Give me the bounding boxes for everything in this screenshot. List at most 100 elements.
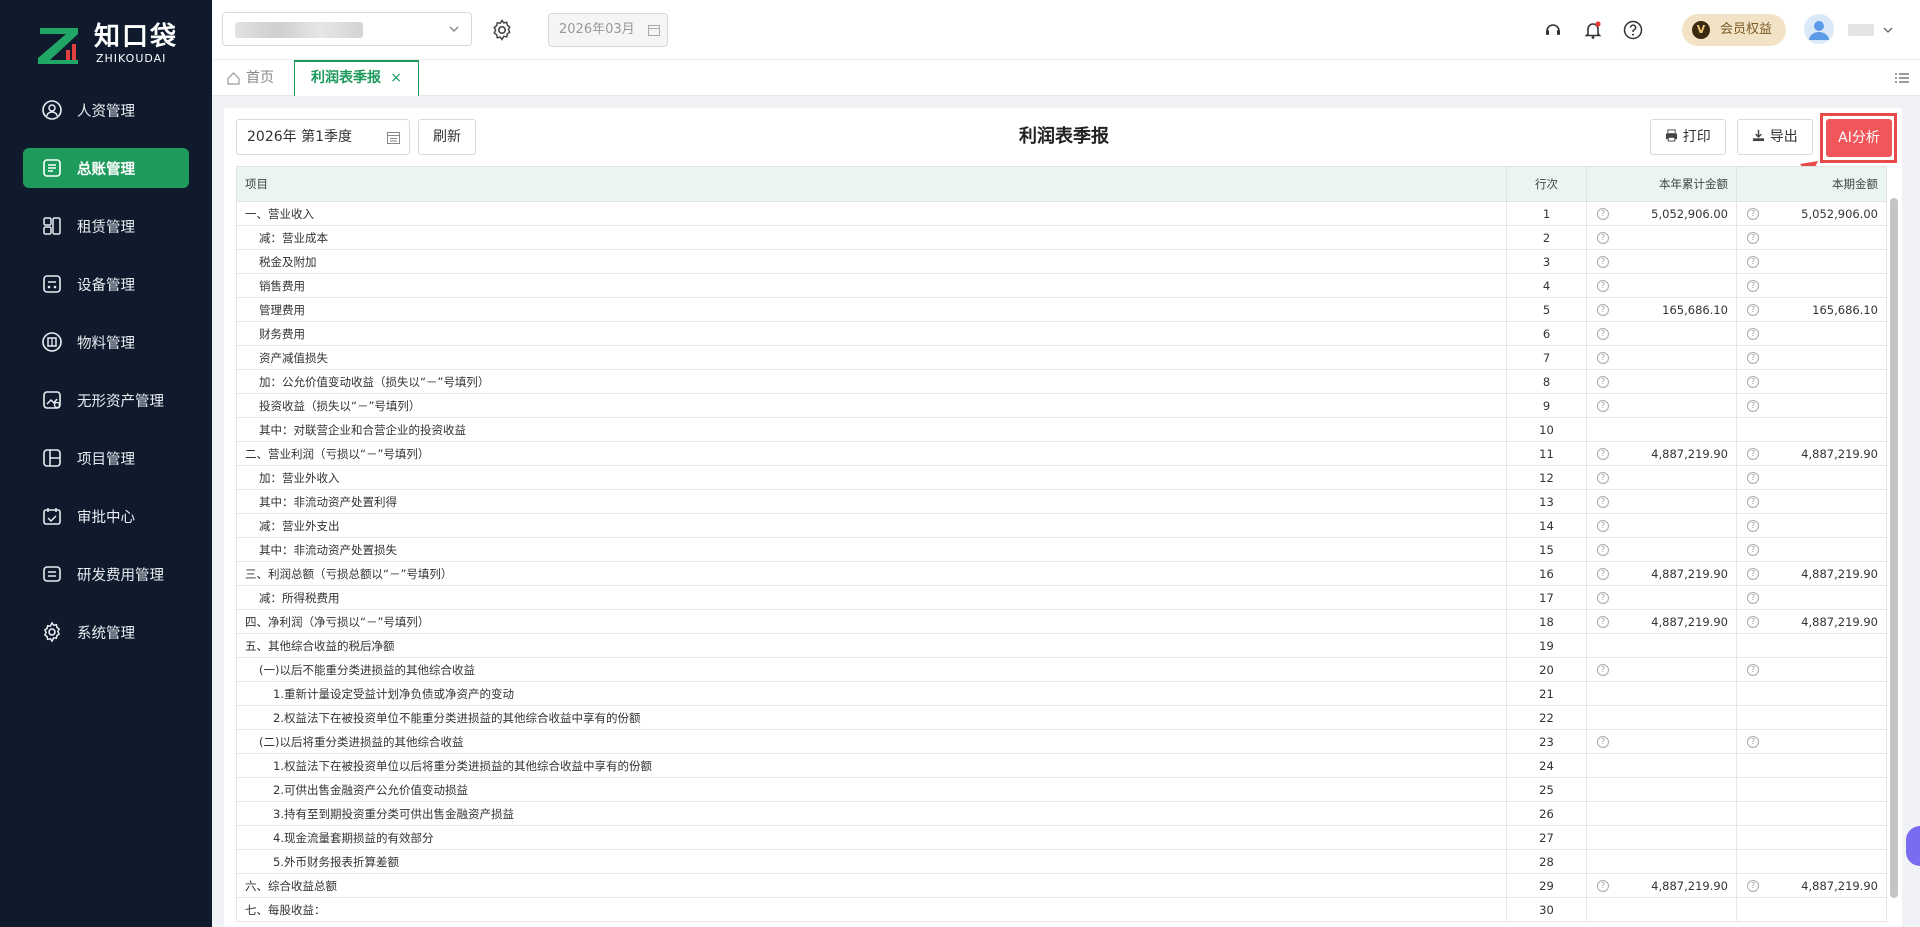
formula-help-icon[interactable]: ?: [1597, 496, 1609, 508]
formula-help-icon[interactable]: ?: [1747, 880, 1759, 892]
row-current-amount: [1736, 705, 1887, 730]
chat-assistant-bubble[interactable]: [1906, 826, 1920, 866]
row-number-text: 4: [1542, 278, 1551, 293]
company-select[interactable]: [222, 12, 472, 46]
tab-close-icon[interactable]: ×: [390, 62, 402, 94]
settings-gear-icon[interactable]: [490, 18, 514, 42]
headset-support-icon[interactable]: [1542, 19, 1564, 41]
sidebar-item-2[interactable]: 租赁管理: [23, 206, 189, 246]
formula-help-icon[interactable]: ?: [1597, 400, 1609, 412]
sidebar-item-label: 总账管理: [77, 161, 135, 178]
formula-help-icon[interactable]: ?: [1597, 352, 1609, 364]
row-number: 7: [1506, 345, 1587, 370]
formula-help-icon[interactable]: ?: [1747, 472, 1759, 484]
formula-help-icon[interactable]: ?: [1597, 208, 1609, 220]
formula-help-icon[interactable]: ?: [1747, 568, 1759, 580]
row-ytd-amount-text: 4,887,219.90: [1651, 566, 1728, 581]
row-item-name: 二、营业利润（亏损以“－”号填列）: [236, 441, 1507, 466]
table-row: 销售费用 4??: [236, 273, 1887, 298]
tab-home[interactable]: 首页: [226, 60, 274, 96]
user-menu-chevron-icon[interactable]: [1882, 24, 1894, 36]
formula-help-icon[interactable]: ?: [1747, 328, 1759, 340]
sidebar-item-7[interactable]: 审批中心: [23, 496, 189, 536]
export-button[interactable]: 导出: [1737, 119, 1813, 155]
formula-help-icon[interactable]: ?: [1597, 592, 1609, 604]
row-number-text: 30: [1539, 902, 1554, 917]
formula-help-icon[interactable]: ?: [1597, 304, 1609, 316]
row-number: 14: [1506, 513, 1587, 538]
formula-help-icon[interactable]: ?: [1597, 880, 1609, 892]
formula-help-icon[interactable]: ?: [1747, 592, 1759, 604]
ai-analysis-button[interactable]: AI分析: [1826, 119, 1892, 157]
row-number-text: 27: [1539, 830, 1554, 845]
formula-help-icon[interactable]: ?: [1747, 664, 1759, 676]
row-ytd-amount-text: 5,052,906.00: [1651, 206, 1728, 221]
formula-help-icon[interactable]: ?: [1747, 736, 1759, 748]
table-row: 管理费用 5? 165,686.10? 165,686.10: [236, 297, 1887, 322]
formula-help-icon[interactable]: ?: [1597, 520, 1609, 532]
formula-help-icon[interactable]: ?: [1597, 256, 1609, 268]
notification-bell-icon[interactable]: [1582, 19, 1604, 41]
row-number-text: 21: [1539, 686, 1554, 701]
formula-help-icon[interactable]: ?: [1747, 400, 1759, 412]
sidebar-item-3[interactable]: 设备管理: [23, 264, 189, 304]
sidebar-item-9[interactable]: 系统管理: [23, 612, 189, 652]
row-item-name-text: 五、其他综合收益的税后净额: [245, 638, 395, 653]
user-avatar[interactable]: [1804, 14, 1834, 44]
formula-help-icon[interactable]: ?: [1597, 472, 1609, 484]
formula-help-icon[interactable]: ?: [1597, 448, 1609, 460]
formula-help-icon[interactable]: ?: [1747, 280, 1759, 292]
tab-list-menu-icon[interactable]: [1894, 70, 1910, 86]
period-value: 2026年03月: [559, 22, 635, 37]
brand-logo[interactable]: 知口袋 ZHIKOUDAI: [36, 22, 186, 66]
refresh-button[interactable]: 刷新: [418, 119, 476, 155]
sidebar-item-5[interactable]: 无形资产管理: [23, 380, 189, 420]
row-ytd-amount: [1586, 705, 1737, 730]
row-number: 6: [1506, 321, 1587, 346]
formula-help-icon[interactable]: ?: [1597, 376, 1609, 388]
row-number-text: 12: [1539, 470, 1554, 485]
row-number: 18: [1506, 609, 1587, 634]
sidebar-item-0[interactable]: 人资管理: [23, 90, 189, 130]
formula-help-icon[interactable]: ?: [1597, 664, 1609, 676]
help-question-icon[interactable]: [1622, 19, 1644, 41]
table-row: 投资收益（损失以“－”号填列） 9??: [236, 393, 1887, 418]
formula-help-icon[interactable]: ?: [1747, 304, 1759, 316]
sidebar-item-4[interactable]: 物料管理: [23, 322, 189, 362]
formula-help-icon[interactable]: ?: [1747, 448, 1759, 460]
print-button[interactable]: 打印: [1650, 119, 1726, 155]
quarter-picker[interactable]: 2026年 第1季度: [236, 119, 410, 155]
formula-help-icon[interactable]: ?: [1747, 520, 1759, 532]
report-title: 利润表季报: [1019, 126, 1109, 147]
row-current-amount: [1736, 633, 1887, 658]
formula-help-icon[interactable]: ?: [1597, 328, 1609, 340]
formula-help-icon[interactable]: ?: [1597, 544, 1609, 556]
member-benefits-button[interactable]: V 会员权益: [1682, 14, 1786, 46]
row-ytd-amount: [1586, 681, 1737, 706]
sidebar-item-1[interactable]: 总账管理: [23, 148, 189, 188]
row-item-name: 4.现金流量套期损益的有效部分: [236, 825, 1507, 850]
row-item-name-text: 其中：非流动资产处置损失: [259, 542, 397, 557]
formula-help-icon[interactable]: ?: [1747, 352, 1759, 364]
sidebar-item-6[interactable]: 项目管理: [23, 438, 189, 478]
formula-help-icon[interactable]: ?: [1597, 280, 1609, 292]
row-item-name: 减：营业外支出: [236, 513, 1507, 538]
tab-profit-quarterly[interactable]: 利润表季报 ×: [294, 60, 419, 96]
row-item-name-text: (二)以后将重分类进损益的其他综合收益: [259, 734, 464, 749]
formula-help-icon[interactable]: ?: [1747, 616, 1759, 628]
period-picker[interactable]: 2026年03月: [548, 13, 668, 47]
formula-help-icon[interactable]: ?: [1597, 232, 1609, 244]
formula-help-icon[interactable]: ?: [1747, 256, 1759, 268]
formula-help-icon[interactable]: ?: [1597, 568, 1609, 580]
sidebar-item-8[interactable]: 研发费用管理: [23, 554, 189, 594]
row-item-name: 资产减值损失: [236, 345, 1507, 370]
formula-help-icon[interactable]: ?: [1747, 232, 1759, 244]
table-scrollbar[interactable]: [1890, 198, 1898, 898]
formula-help-icon[interactable]: ?: [1747, 376, 1759, 388]
formula-help-icon[interactable]: ?: [1747, 208, 1759, 220]
formula-help-icon[interactable]: ?: [1597, 736, 1609, 748]
formula-help-icon[interactable]: ?: [1747, 496, 1759, 508]
row-ytd-amount: ?: [1586, 513, 1737, 538]
formula-help-icon[interactable]: ?: [1597, 616, 1609, 628]
formula-help-icon[interactable]: ?: [1747, 544, 1759, 556]
